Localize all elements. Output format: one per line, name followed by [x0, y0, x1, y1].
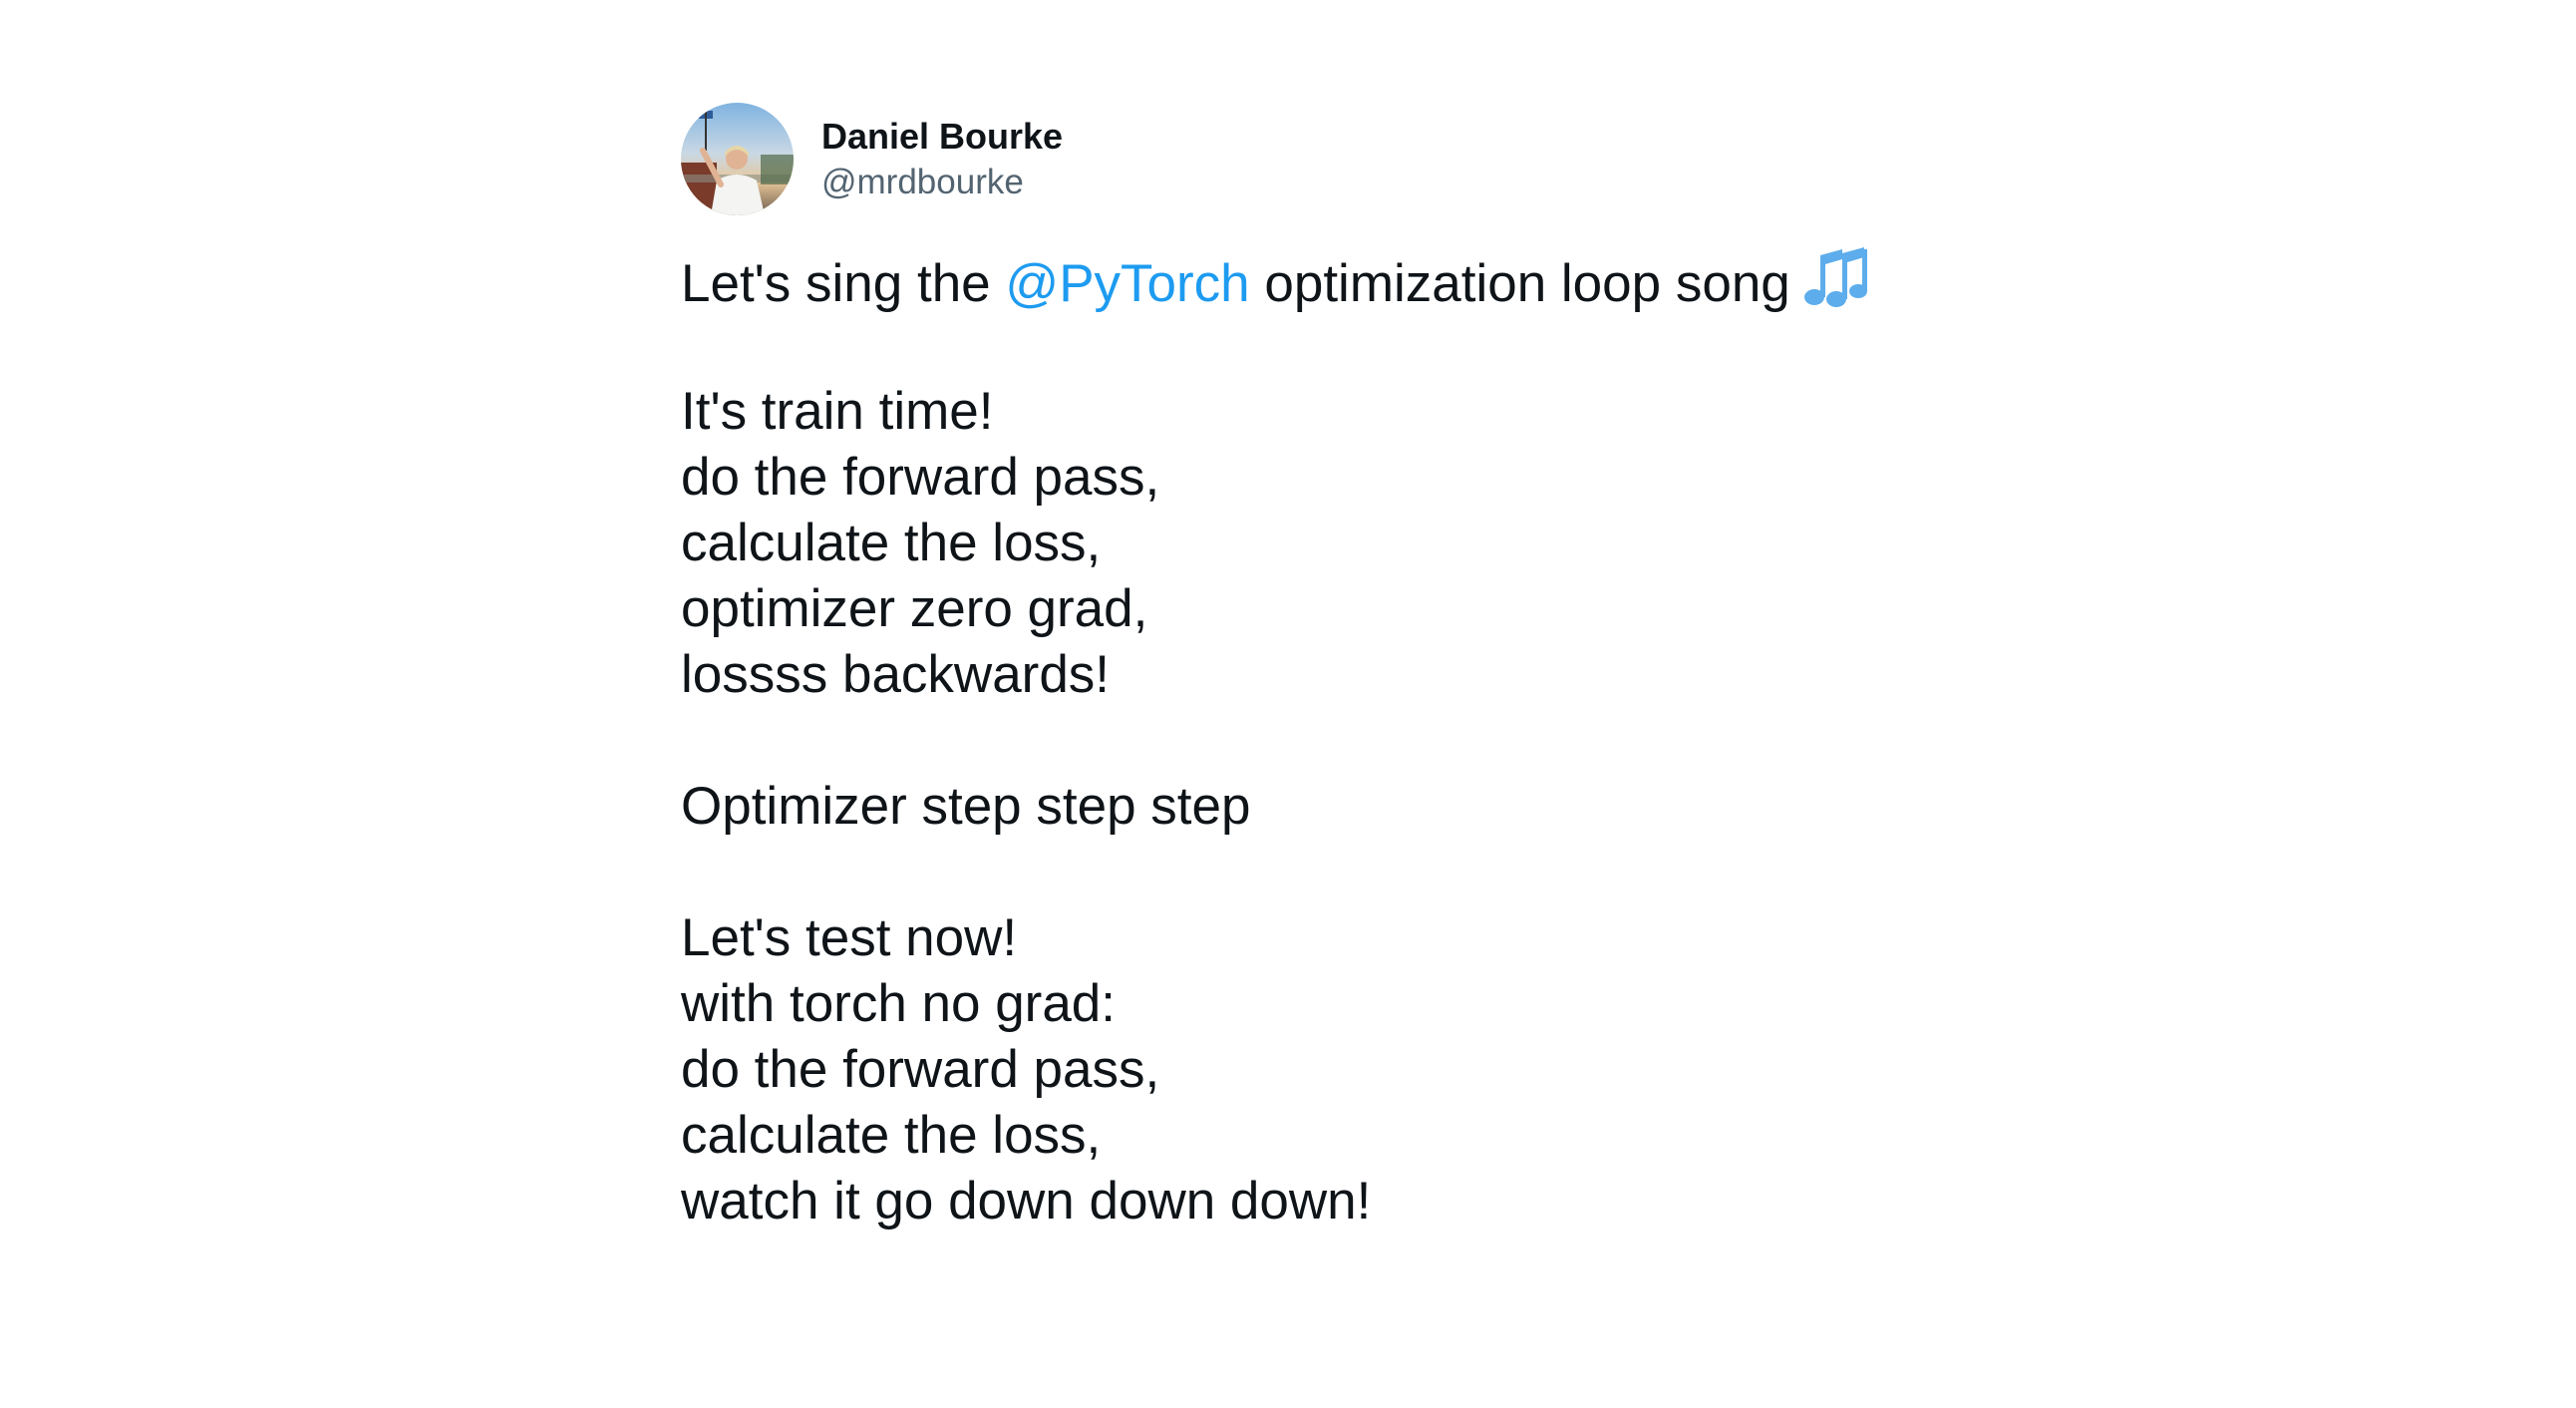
avatar[interactable] — [681, 103, 794, 215]
tweet-line: Optimizer step step step — [681, 777, 1251, 836]
tweet-line: It's train time! — [681, 382, 994, 441]
tweet-line: watch it go down down down! — [681, 1172, 1372, 1231]
musical-notes-icon — [1802, 247, 1868, 325]
avatar-photo — [681, 103, 794, 215]
intro-text-before: Let's sing the — [681, 254, 1006, 313]
tweet-line: calculate the loss, — [681, 1106, 1102, 1165]
author-names: Daniel Bourke @mrdbourke — [821, 114, 1063, 205]
tweet-line-intro: Let's sing the @PyTorch optimization loo… — [681, 247, 1977, 313]
tweet-text: Let's sing the @PyTorch optimization loo… — [681, 247, 1977, 1234]
tweet-line: lossss backwards! — [681, 645, 1111, 704]
tweet-line: Let's test now! — [681, 908, 1018, 967]
tweet-line: calculate the loss, — [681, 514, 1102, 572]
tweet-line: do the forward pass, — [681, 1040, 1160, 1099]
author-handle[interactable]: @mrdbourke — [821, 160, 1063, 205]
intro-text-after: optimization loop song — [1249, 254, 1790, 313]
tweet: Daniel Bourke @mrdbourke Let's sing the … — [681, 103, 1977, 1234]
tweet-line: optimizer zero grad, — [681, 579, 1148, 638]
mention-link[interactable]: @PyTorch — [1005, 254, 1249, 313]
author-display-name[interactable]: Daniel Bourke — [821, 114, 1063, 160]
tweet-line: with torch no grad: — [681, 974, 1117, 1033]
tweet-author[interactable]: Daniel Bourke @mrdbourke — [681, 103, 1977, 215]
tweet-line: do the forward pass, — [681, 448, 1160, 507]
